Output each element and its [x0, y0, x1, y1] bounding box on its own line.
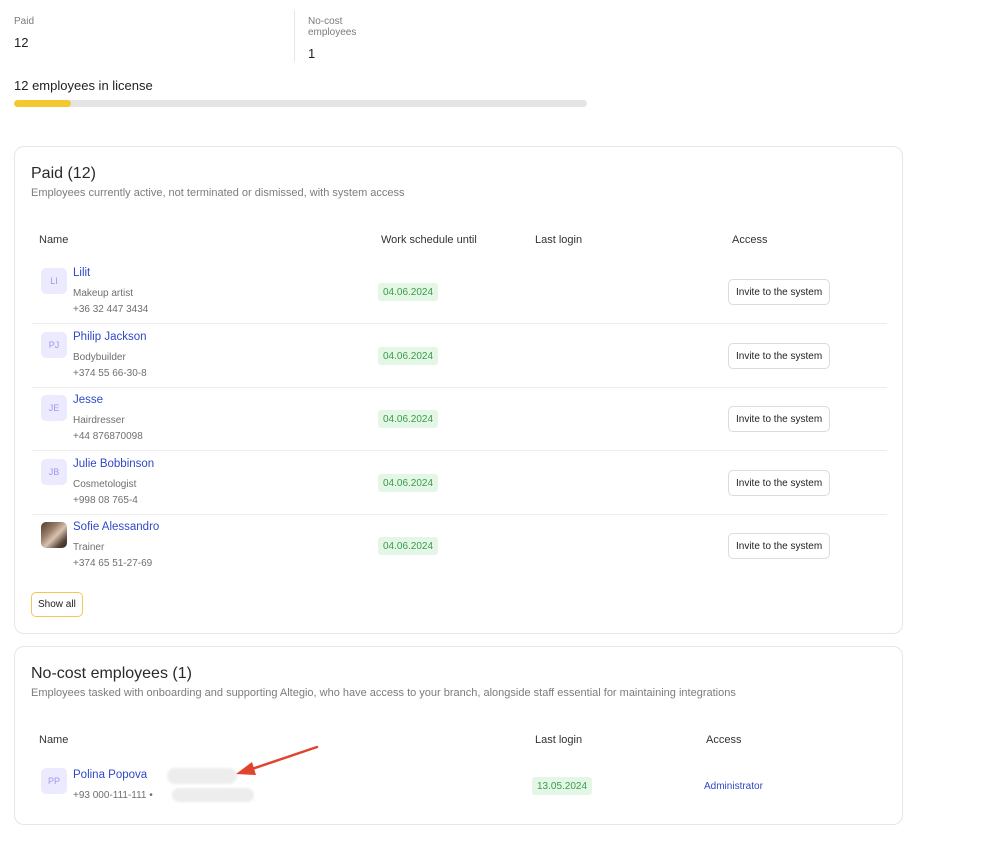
employee-role: Trainer [73, 542, 105, 553]
redacted-blur [172, 788, 254, 802]
invite-to-system-button[interactable]: Invite to the system [728, 470, 831, 496]
column-header-schedule: Work schedule until [381, 234, 477, 246]
table-row: JE Jesse Hairdresser +44 876870098 04.06… [32, 388, 887, 451]
invite-to-system-button[interactable]: Invite to the system [728, 533, 831, 559]
nocost-section-title: No-cost employees (1) [31, 665, 192, 682]
license-progress-fill [14, 100, 72, 107]
table-row: LI Lilit Makeup artist +36 32 447 3434 0… [32, 261, 887, 324]
access-role-link[interactable]: Administrator [704, 781, 763, 792]
stat-nocost-value: 1 [308, 46, 316, 61]
paid-employees-card: Paid (12) Employees currently active, no… [14, 146, 903, 634]
annotation-arrow-icon [236, 745, 319, 775]
schedule-date-badge: 04.06.2024 [378, 537, 439, 555]
avatar: PP [41, 768, 67, 794]
license-progress-bar [14, 100, 587, 107]
column-header-last-login: Last login [535, 234, 583, 246]
avatar: JB [41, 459, 67, 485]
employee-phone: +36 32 447 3434 [73, 304, 149, 315]
table-row: Sofie Alessandro Trainer +374 65 51-27-6… [32, 515, 887, 578]
table-row: JB Julie Bobbinson Cosmetologist +998 08… [32, 452, 887, 515]
column-header-access: Access [732, 234, 768, 246]
employee-name-link[interactable]: Polina Popova [73, 769, 147, 781]
stat-paid-value: 12 [14, 35, 29, 50]
schedule-date-badge: 04.06.2024 [378, 410, 439, 428]
show-all-button[interactable]: Show all [31, 592, 83, 617]
invite-to-system-button[interactable]: Invite to the system [728, 406, 831, 432]
invite-to-system-button[interactable]: Invite to the system [728, 343, 831, 369]
employee-name-link[interactable]: Jesse [73, 394, 103, 406]
avatar-photo [41, 522, 67, 548]
avatar: PJ [41, 332, 67, 358]
stat-nocost-label: No-cost employees [308, 16, 357, 38]
nocost-employees-card: No-cost employees (1) Employees tasked w… [14, 646, 903, 825]
employee-role: Makeup artist [73, 288, 134, 299]
invite-to-system-button[interactable]: Invite to the system [728, 279, 831, 305]
employee-phone: +998 08 765-4 [73, 495, 138, 506]
schedule-date-badge: 04.06.2024 [378, 347, 439, 365]
employee-role: Bodybuilder [73, 352, 126, 363]
employee-phone: +374 55 66-30-8 [73, 368, 147, 379]
paid-section-title: Paid (12) [31, 165, 96, 182]
nocost-section-description: Employees tasked with onboarding and sup… [31, 687, 736, 699]
column-header-name: Name [39, 734, 69, 746]
column-header-last-login: Last login [535, 734, 583, 746]
avatar: LI [41, 268, 67, 294]
avatar: JE [41, 395, 67, 421]
schedule-date-badge: 04.06.2024 [378, 283, 439, 301]
column-header-name: Name [39, 234, 69, 246]
column-header-access: Access [706, 734, 742, 746]
employee-name-link[interactable]: Philip Jackson [73, 331, 147, 343]
table-row: PJ Philip Jackson Bodybuilder +374 55 66… [32, 325, 887, 388]
employee-name-link[interactable]: Lilit [73, 267, 90, 279]
stat-divider [294, 10, 295, 62]
employee-role: Hairdresser [73, 415, 125, 426]
redacted-blur [167, 768, 237, 784]
employee-phone: +93 000-111-111 • [73, 790, 153, 801]
employee-phone: +44 876870098 [73, 431, 143, 442]
employee-role: Cosmetologist [73, 479, 137, 490]
table-row: PP Polina Popova +93 000-111-111 • 13.05… [32, 761, 887, 811]
schedule-date-badge: 04.06.2024 [378, 474, 439, 492]
license-title: 12 employees in license [14, 78, 153, 93]
employee-phone: +374 65 51-27-69 [73, 558, 153, 569]
employee-name-link[interactable]: Sofie Alessandro [73, 521, 159, 533]
last-login-date-badge: 13.05.2024 [532, 777, 593, 795]
stat-paid: Paid 12 [14, 16, 34, 50]
employee-name-link[interactable]: Julie Bobbinson [73, 458, 154, 470]
paid-section-description: Employees currently active, not terminat… [31, 187, 405, 199]
stat-nocost: No-cost employees 1 [308, 16, 356, 61]
stat-paid-label: Paid [14, 16, 35, 27]
